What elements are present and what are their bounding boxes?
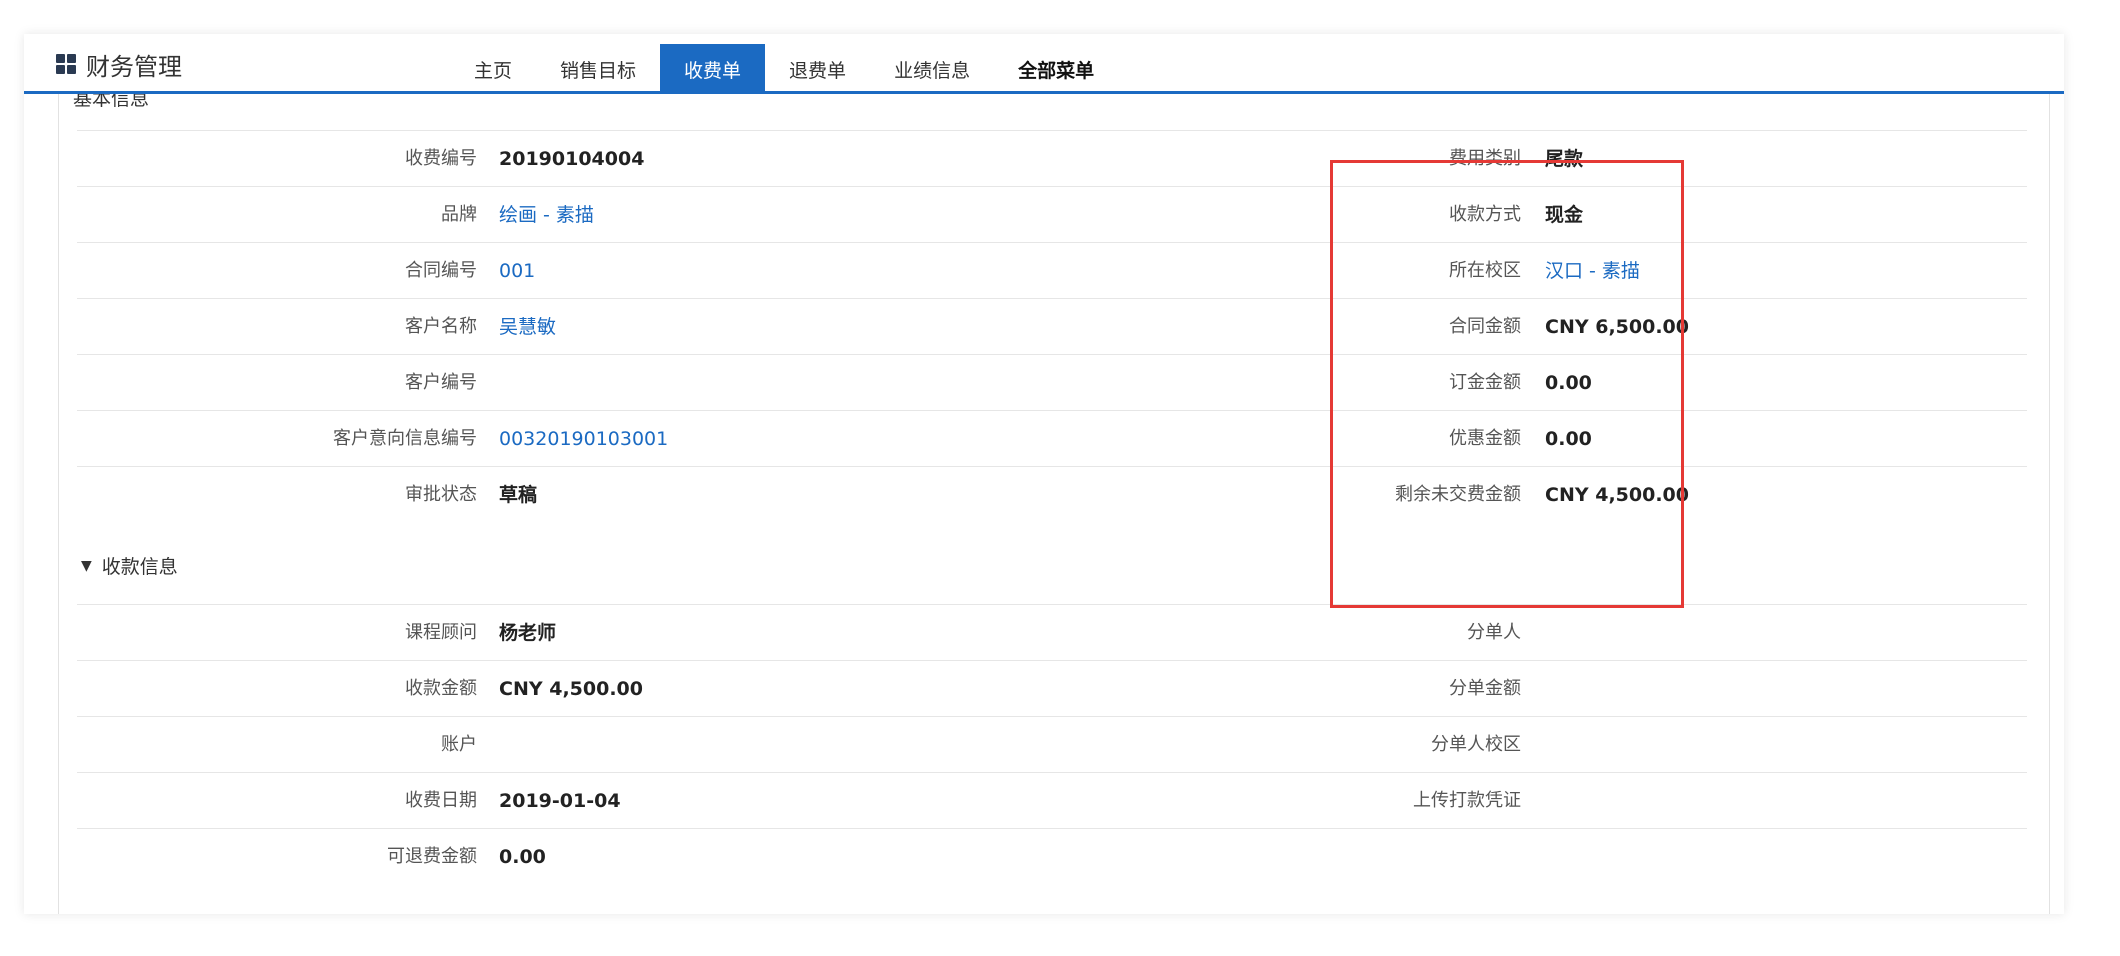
detail-row: 收款金额 CNY 4,500.00 分单金额 [77,660,2027,717]
payment-info-section-header[interactable]: ▼ 收款信息 [81,552,178,579]
contract-number-link[interactable]: 001 [499,243,535,299]
app-brand[interactable]: 财务管理 [56,44,182,84]
detail-row: 收费日期 2019-01-04 上传打款凭证 [77,772,2027,829]
collapse-toggle-icon[interactable]: ▼ [81,558,92,574]
tab-sales-targets[interactable]: 销售目标 [536,44,660,94]
field-label: 收费编号 [405,148,477,169]
grid-icon [56,54,76,74]
received-amount-value: CNY 4,500.00 [499,678,643,700]
detail-row: 客户编号 订金金额 0.00 [77,354,2027,411]
field-label: 收款金额 [405,678,477,699]
field-label: 账户 [441,734,477,755]
field-label: 客户编号 [405,372,477,393]
field-label: 分单人校区 [1431,734,1521,755]
highlight-box [1330,160,1684,608]
receipt-number-value: 20190104004 [499,148,645,170]
field-label: 分单人 [1467,622,1521,643]
app-title: 财务管理 [86,52,182,81]
detail-row: 账户 分单人校区 [77,716,2027,773]
brand-link[interactable]: 绘画 - 素描 [499,187,594,243]
detail-row: 审批状态 草稿 剩余未交费金额 CNY 4,500.00 [77,466,2027,523]
detail-row: 品牌 绘画 - 素描 收款方式 现金 [77,186,2027,243]
detail-row: 可退费金额 0.00 [77,828,2027,885]
field-label: 收费日期 [405,790,477,811]
detail-row: 收费编号 20190104004 费用类别 尾款 [77,130,2027,187]
field-label: 合同编号 [405,260,477,281]
record-detail-panel: 基本信息 收费编号 20190104004 费用类别 尾款 品牌 绘画 - 素描… [58,94,2050,914]
receipt-date-value: 2019-01-04 [499,790,621,812]
approval-status-value: 草稿 [499,484,538,506]
field-label: 分单金额 [1449,678,1521,699]
customer-name-link[interactable]: 吴慧敏 [499,299,556,355]
tab-refunds[interactable]: 退费单 [765,44,870,94]
tab-performance[interactable]: 业绩信息 [870,44,994,94]
course-advisor-value: 杨老师 [499,622,557,644]
detail-row: 课程顾问 杨老师 分单人 [77,604,2027,661]
intent-number-link[interactable]: 00320190103001 [499,411,668,467]
detail-row: 合同编号 001 所在校区 汉口 - 素描 [77,242,2027,299]
field-label: 客户意向信息编号 [333,428,477,449]
field-label: 上传打款凭证 [1413,790,1521,811]
detail-row: 客户名称 吴慧敏 合同金额 CNY 6,500.00 [77,298,2027,355]
main-tabs: 主页 销售目标 收费单 退费单 业绩信息 全部菜单 [450,44,1118,94]
field-label: 客户名称 [405,316,477,337]
top-navigation-bar: 财务管理 主页 销售目标 收费单 退费单 业绩信息 全部菜单 [24,34,2064,94]
tab-all-menus[interactable]: 全部菜单 [994,44,1118,94]
tab-receipts[interactable]: 收费单 [660,44,766,94]
field-label: 审批状态 [405,484,477,505]
field-label: 品牌 [441,204,477,225]
refundable-amount-value: 0.00 [499,846,546,868]
detail-row: 客户意向信息编号 00320190103001 优惠金额 0.00 [77,410,2027,467]
payment-info-section-title: 收款信息 [101,556,178,578]
app-window: 财务管理 主页 销售目标 收费单 退费单 业绩信息 全部菜单 基本信息 收费编号… [24,34,2064,914]
tab-home[interactable]: 主页 [450,44,536,94]
field-label: 课程顾问 [405,622,477,643]
field-label: 可退费金额 [387,846,477,867]
basic-info-section-title: 基本信息 [73,94,150,110]
